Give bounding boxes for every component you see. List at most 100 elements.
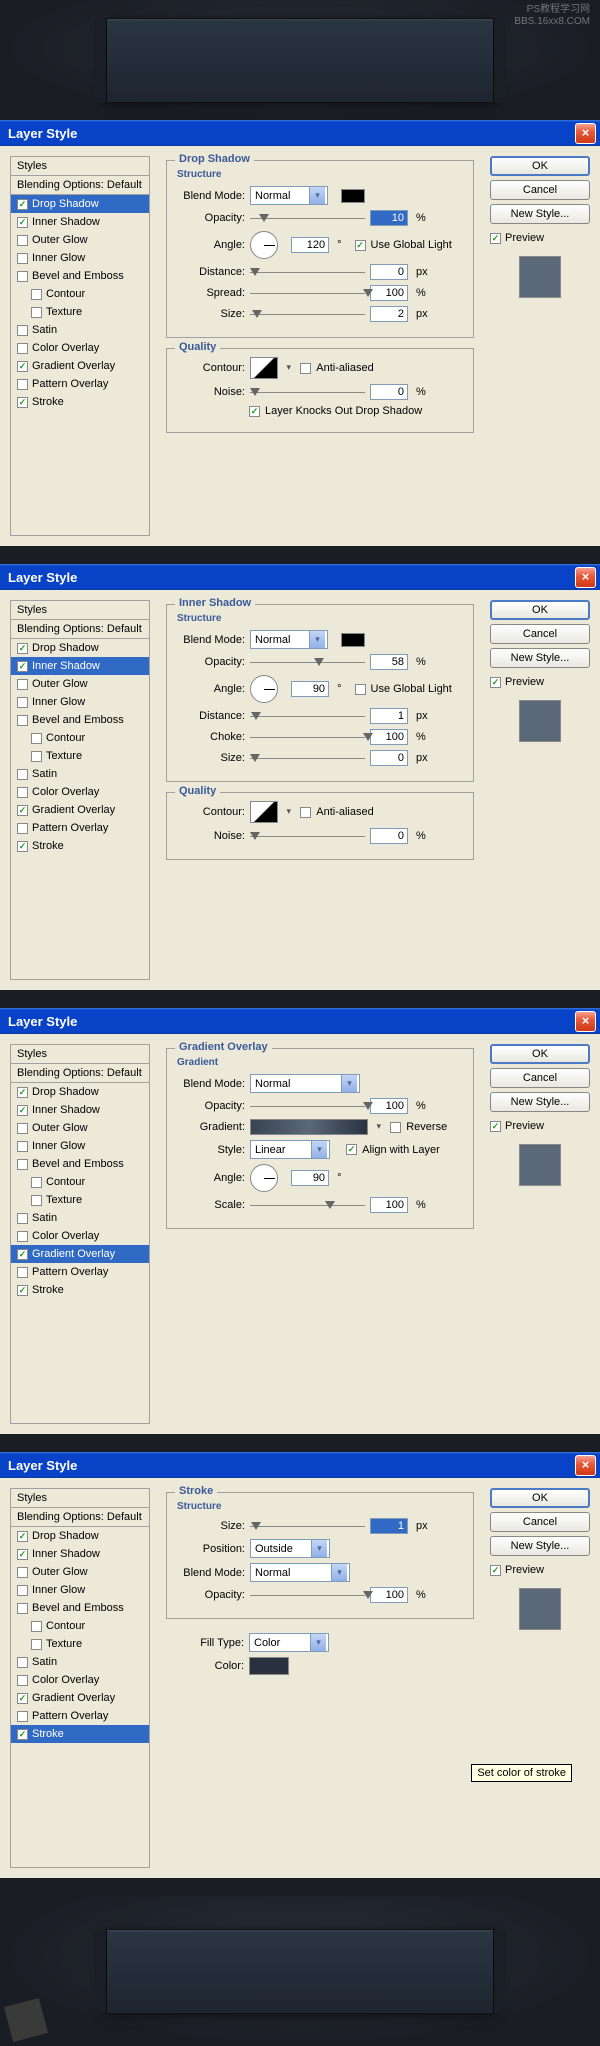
style-checkbox[interactable] [17, 1105, 28, 1116]
style-item-drop-shadow[interactable]: Drop Shadow [11, 1527, 149, 1545]
style-checkbox[interactable] [17, 1675, 28, 1686]
style-checkbox[interactable] [17, 697, 28, 708]
style-item-stroke[interactable]: Stroke [11, 393, 149, 411]
contour-swatch[interactable] [250, 801, 278, 823]
style-item-drop-shadow[interactable]: Drop Shadow [11, 639, 149, 657]
style-item-bevel-and-emboss[interactable]: Bevel and Emboss [11, 1599, 149, 1617]
slider[interactable] [250, 709, 365, 723]
ok-button[interactable]: OK [490, 600, 590, 620]
style-item-outer-glow[interactable]: Outer Glow [11, 1563, 149, 1581]
style-checkbox[interactable] [17, 199, 28, 210]
style-item-satin[interactable]: Satin [11, 1209, 149, 1227]
style-checkbox[interactable] [17, 661, 28, 672]
style-checkbox[interactable] [17, 715, 28, 726]
style-checkbox[interactable] [17, 1231, 28, 1242]
numeric-input[interactable] [291, 237, 329, 253]
cancel-button[interactable]: Cancel [490, 624, 590, 644]
style-item-color-overlay[interactable]: Color Overlay [11, 783, 149, 801]
style-item-contour[interactable]: Contour [11, 729, 149, 747]
slider[interactable] [250, 730, 365, 744]
numeric-input[interactable] [291, 681, 329, 697]
style-checkbox[interactable] [17, 361, 28, 372]
numeric-input[interactable] [370, 708, 408, 724]
style-item-bevel-and-emboss[interactable]: Bevel and Emboss [11, 267, 149, 285]
titlebar[interactable]: Layer Style × [0, 1008, 600, 1034]
close-icon[interactable]: × [575, 123, 596, 144]
style-item-inner-glow[interactable]: Inner Glow [11, 249, 149, 267]
style-checkbox[interactable] [17, 1585, 28, 1596]
slider[interactable] [250, 307, 365, 321]
checkbox[interactable] [300, 807, 311, 818]
style-checkbox[interactable] [17, 1141, 28, 1152]
style-checkbox[interactable] [31, 1195, 42, 1206]
preview-check[interactable]: Preview [490, 676, 590, 688]
preview-check[interactable]: Preview [490, 1564, 590, 1576]
ok-button[interactable]: OK [490, 1488, 590, 1508]
style-item-inner-glow[interactable]: Inner Glow [11, 693, 149, 711]
style-item-bevel-and-emboss[interactable]: Bevel and Emboss [11, 711, 149, 729]
style-item-outer-glow[interactable]: Outer Glow [11, 675, 149, 693]
select[interactable]: Outside [250, 1539, 330, 1558]
style-item-pattern-overlay[interactable]: Pattern Overlay [11, 819, 149, 837]
style-item-inner-glow[interactable]: Inner Glow [11, 1137, 149, 1155]
style-item-texture[interactable]: Texture [11, 303, 149, 321]
style-item-stroke[interactable]: Stroke [11, 1725, 149, 1743]
angle-dial[interactable] [250, 1164, 278, 1192]
style-checkbox[interactable] [17, 397, 28, 408]
style-item-drop-shadow[interactable]: Drop Shadow [11, 1083, 149, 1101]
style-item-drop-shadow[interactable]: Drop Shadow [11, 195, 149, 213]
numeric-input[interactable] [370, 729, 408, 745]
style-checkbox[interactable] [17, 679, 28, 690]
checkbox[interactable] [355, 240, 366, 251]
style-checkbox[interactable] [17, 1123, 28, 1134]
style-item-texture[interactable]: Texture [11, 1191, 149, 1209]
style-item-pattern-overlay[interactable]: Pattern Overlay [11, 1263, 149, 1281]
slider[interactable] [250, 1519, 365, 1533]
cancel-button[interactable]: Cancel [490, 1512, 590, 1532]
style-item-color-overlay[interactable]: Color Overlay [11, 1671, 149, 1689]
style-item-satin[interactable]: Satin [11, 765, 149, 783]
style-item-outer-glow[interactable]: Outer Glow [11, 1119, 149, 1137]
numeric-input[interactable] [370, 384, 408, 400]
style-checkbox[interactable] [17, 643, 28, 654]
style-checkbox[interactable] [17, 1657, 28, 1668]
blending-options[interactable]: Blending Options: Default [11, 1508, 149, 1527]
checkbox[interactable] [300, 363, 311, 374]
slider[interactable] [250, 211, 365, 225]
titlebar[interactable]: Layer Style × [0, 564, 600, 590]
color-swatch[interactable] [341, 189, 365, 203]
style-checkbox[interactable] [17, 1549, 28, 1560]
style-checkbox[interactable] [17, 217, 28, 228]
slider[interactable] [250, 286, 365, 300]
color-swatch[interactable] [341, 633, 365, 647]
style-item-inner-shadow[interactable]: Inner Shadow [11, 213, 149, 231]
style-item-texture[interactable]: Texture [11, 1635, 149, 1653]
style-item-inner-shadow[interactable]: Inner Shadow [11, 1101, 149, 1119]
select[interactable]: Normal [250, 1563, 350, 1582]
gradient-swatch[interactable] [250, 1119, 368, 1135]
close-icon[interactable]: × [575, 1011, 596, 1032]
select[interactable]: Color [249, 1633, 329, 1652]
styles-header[interactable]: Styles [11, 1489, 149, 1508]
blending-options[interactable]: Blending Options: Default [11, 176, 149, 195]
numeric-input[interactable] [370, 1197, 408, 1213]
style-checkbox[interactable] [17, 787, 28, 798]
preview-check[interactable]: Preview [490, 1120, 590, 1132]
blending-options[interactable]: Blending Options: Default [11, 1064, 149, 1083]
style-checkbox[interactable] [17, 769, 28, 780]
style-item-gradient-overlay[interactable]: Gradient Overlay [11, 1689, 149, 1707]
numeric-input[interactable] [370, 750, 408, 766]
style-checkbox[interactable] [17, 1711, 28, 1722]
slider[interactable] [250, 829, 365, 843]
preview-check[interactable]: Preview [490, 232, 590, 244]
style-checkbox[interactable] [17, 343, 28, 354]
style-item-inner-shadow[interactable]: Inner Shadow [11, 657, 149, 675]
new-style-button[interactable]: New Style... [490, 1536, 590, 1556]
slider[interactable] [250, 385, 365, 399]
style-checkbox[interactable] [17, 1213, 28, 1224]
style-checkbox[interactable] [17, 1567, 28, 1578]
titlebar[interactable]: Layer Style × [0, 1452, 600, 1478]
style-item-gradient-overlay[interactable]: Gradient Overlay [11, 357, 149, 375]
select[interactable]: Linear [250, 1140, 330, 1159]
stroke-color-swatch[interactable] [249, 1657, 289, 1675]
